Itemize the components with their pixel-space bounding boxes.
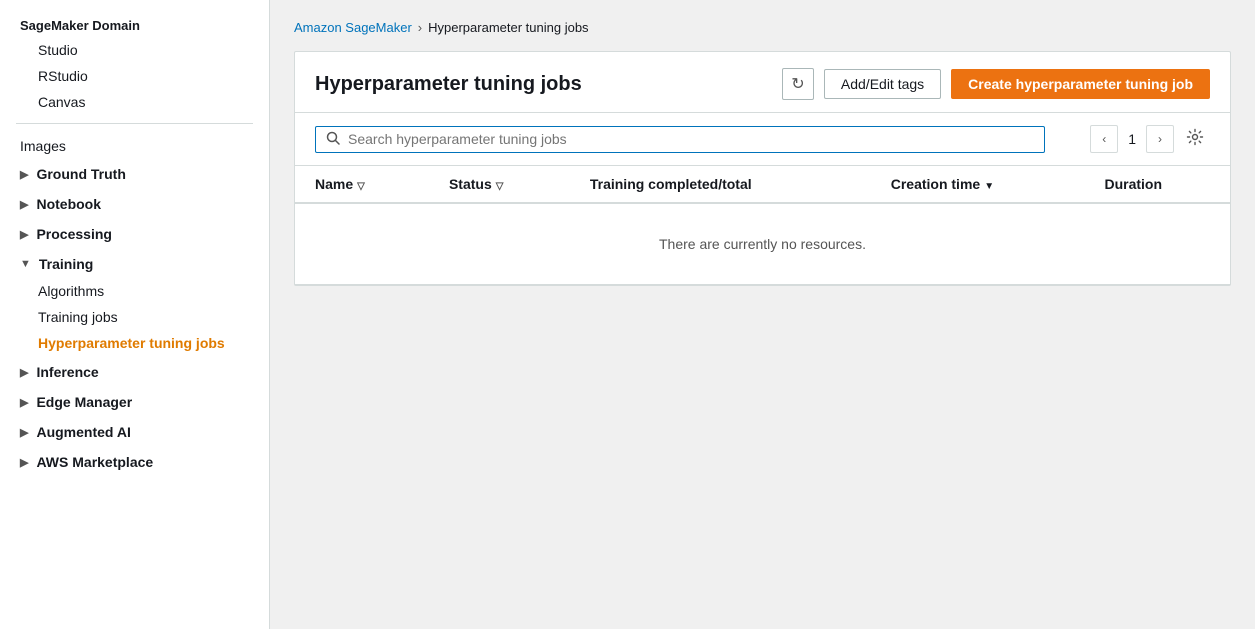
pagination-prev-icon: ‹ [1102, 132, 1106, 146]
empty-message: There are currently no resources. [295, 203, 1230, 285]
breadcrumb-separator: › [418, 20, 422, 35]
sidebar-group-processing: ▶ Processing [0, 220, 269, 248]
pagination-prev-button[interactable]: ‹ [1090, 125, 1118, 153]
sidebar-group-label-ground-truth: Ground Truth [36, 166, 125, 182]
sidebar-group-label-augmented-ai: Augmented AI [36, 424, 130, 440]
sidebar-group-training: ▼ Training AlgorithmsTraining jobsHyperpar… [0, 250, 269, 356]
sidebar-group-label-inference: Inference [36, 364, 98, 380]
arrow-icon-ground-truth: ▶ [20, 168, 28, 181]
sagemaker-domain-label: SageMaker Domain [0, 10, 269, 37]
settings-icon [1186, 133, 1204, 150]
arrow-icon-notebook: ▶ [20, 198, 28, 211]
sidebar: SageMaker Domain StudioRStudioCanvas Ima… [0, 0, 270, 629]
sidebar-expandable-aws-marketplace[interactable]: ▶ AWS Marketplace [0, 448, 269, 476]
sidebar-item-studio[interactable]: Studio [0, 37, 269, 63]
pagination-next-button[interactable]: › [1146, 125, 1174, 153]
create-hyperparameter-tuning-job-button[interactable]: Create hyperparameter tuning job [951, 69, 1210, 99]
sidebar-expandable-processing[interactable]: ▶ Processing [0, 220, 269, 248]
search-bar-row: ‹ 1 › [295, 113, 1230, 166]
col-header-name[interactable]: Name▽ [295, 166, 429, 203]
sidebar-group-label-training: Training [39, 256, 93, 272]
panel-header: Hyperparameter tuning jobs ↻ Add/Edit ta… [295, 52, 1230, 113]
breadcrumb-current: Hyperparameter tuning jobs [428, 20, 588, 35]
refresh-button[interactable]: ↻ [782, 68, 814, 100]
sidebar-group-inference: ▶ Inference [0, 358, 269, 386]
sidebar-item-algorithms[interactable]: Algorithms [0, 278, 269, 304]
sidebar-group-label-aws-marketplace: AWS Marketplace [36, 454, 153, 470]
main-content: Amazon SageMaker › Hyperparameter tuning… [270, 0, 1255, 629]
search-input-wrap [315, 126, 1045, 153]
arrow-icon-aws-marketplace: ▶ [20, 456, 28, 469]
refresh-icon: ↻ [791, 74, 804, 94]
sidebar-item-rstudio[interactable]: RStudio [0, 63, 269, 89]
pagination: ‹ 1 › [1090, 125, 1210, 153]
sidebar-item-canvas[interactable]: Canvas [0, 89, 269, 115]
sort-icon-creation-time: ▼ [984, 181, 994, 192]
sidebar-group-edge-manager: ▶ Edge Manager [0, 388, 269, 416]
sidebar-divider-1 [16, 123, 253, 124]
arrow-icon-edge-manager: ▶ [20, 396, 28, 409]
pagination-page: 1 [1124, 131, 1140, 147]
panel: Hyperparameter tuning jobs ↻ Add/Edit ta… [294, 51, 1231, 286]
sort-icon-status: ▽ [496, 181, 504, 192]
sidebar-item-hyperparameter-tuning-jobs[interactable]: Hyperparameter tuning jobs [0, 330, 269, 356]
panel-title: Hyperparameter tuning jobs [315, 73, 582, 96]
breadcrumb: Amazon SageMaker › Hyperparameter tuning… [294, 20, 1231, 35]
table-settings-button[interactable] [1180, 126, 1210, 153]
sidebar-group-label-edge-manager: Edge Manager [36, 394, 132, 410]
sidebar-group-ground-truth: ▶ Ground Truth [0, 160, 269, 188]
col-header-status[interactable]: Status▽ [429, 166, 570, 203]
sort-icon-name: ▽ [357, 181, 365, 192]
sidebar-expandable-inference[interactable]: ▶ Inference [0, 358, 269, 386]
search-input[interactable] [348, 131, 1034, 147]
add-edit-tags-button[interactable]: Add/Edit tags [824, 69, 941, 99]
arrow-icon-inference: ▶ [20, 366, 28, 379]
sidebar-expandable-notebook[interactable]: ▶ Notebook [0, 190, 269, 218]
sidebar-group-augmented-ai: ▶ Augmented AI [0, 418, 269, 446]
sidebar-expandable-edge-manager[interactable]: ▶ Edge Manager [0, 388, 269, 416]
panel-actions: ↻ Add/Edit tags Create hyperparameter tu… [782, 68, 1210, 100]
col-header-duration[interactable]: Duration [1084, 166, 1230, 203]
images-label: Images [0, 132, 269, 160]
sidebar-expandable-training[interactable]: ▼ Training [0, 250, 269, 278]
sidebar-group-label-processing: Processing [36, 226, 111, 242]
pagination-next-icon: › [1158, 132, 1162, 146]
resources-table: Name▽Status▽Training completed/totalCrea… [295, 166, 1230, 285]
sidebar-item-training-jobs[interactable]: Training jobs [0, 304, 269, 330]
arrow-icon-training: ▼ [20, 258, 31, 270]
arrow-icon-augmented-ai: ▶ [20, 426, 28, 439]
breadcrumb-link[interactable]: Amazon SageMaker [294, 20, 412, 35]
search-icon [326, 131, 340, 148]
arrow-icon-processing: ▶ [20, 228, 28, 241]
sidebar-group-label-notebook: Notebook [36, 196, 101, 212]
sidebar-group-aws-marketplace: ▶ AWS Marketplace [0, 448, 269, 476]
sidebar-expandable-ground-truth[interactable]: ▶ Ground Truth [0, 160, 269, 188]
table-wrap: Name▽Status▽Training completed/totalCrea… [295, 166, 1230, 285]
sidebar-group-notebook: ▶ Notebook [0, 190, 269, 218]
sidebar-expandable-augmented-ai[interactable]: ▶ Augmented AI [0, 418, 269, 446]
col-header-creation-time[interactable]: Creation time▼ [871, 166, 1085, 203]
col-header-training-completed[interactable]: Training completed/total [570, 166, 871, 203]
